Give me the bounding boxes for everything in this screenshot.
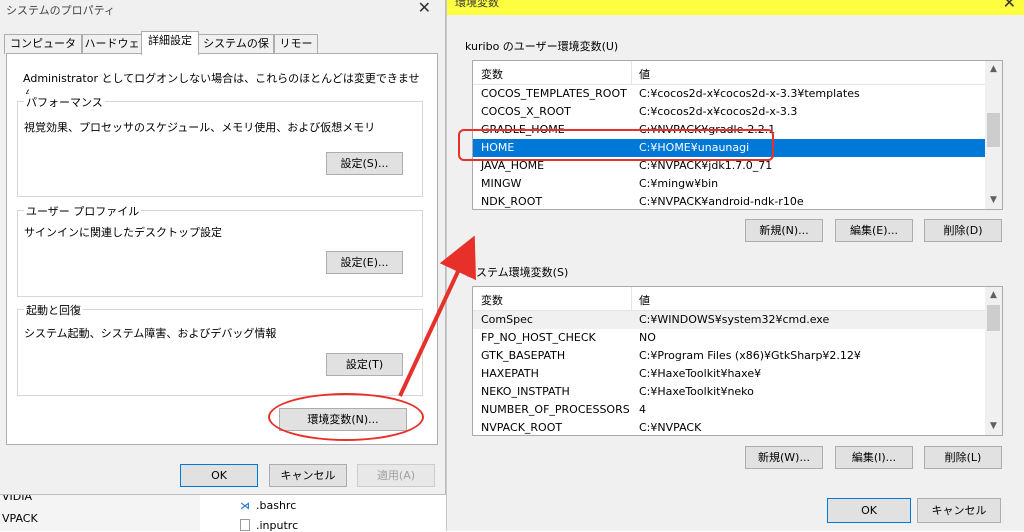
annotation-arrow-icon bbox=[398, 235, 476, 397]
tab-advanced[interactable]: 詳細設定 bbox=[141, 31, 199, 55]
